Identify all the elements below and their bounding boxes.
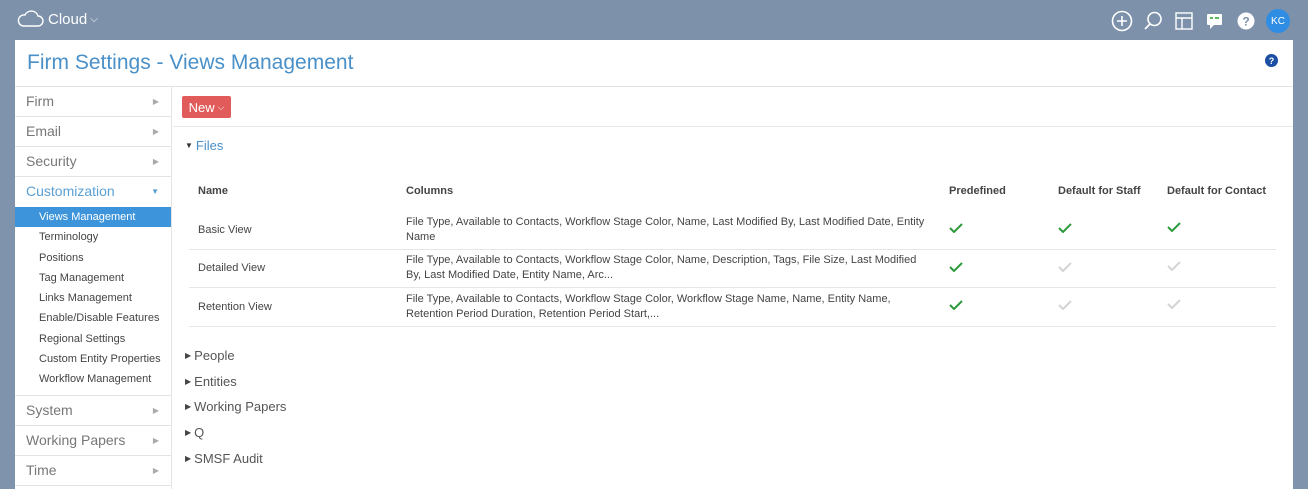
row-columns: File Type, Available to Contacts, Workfl… — [406, 215, 925, 243]
column-header-predefined[interactable]: Predefined — [949, 185, 1058, 197]
section-q[interactable]: ▶ Q — [185, 425, 204, 440]
column-header-columns[interactable]: Columns — [406, 184, 949, 199]
section-files[interactable]: ▼ Files — [185, 138, 223, 153]
top-bar: Cloud ⌵ ? KC — [0, 0, 1308, 40]
chevron-right-icon: ▶ — [152, 157, 159, 166]
sidebar-item-time[interactable]: Time ▶ — [15, 456, 171, 486]
chevron-down-icon: ▼ — [151, 187, 159, 196]
chevron-right-icon: ▶ — [152, 465, 159, 475]
chevron-down-icon: ⌵ — [217, 101, 225, 112]
chevron-right-icon: ▶ — [152, 127, 159, 136]
section-label: Files — [195, 138, 224, 153]
sidebar-item-label: Firm — [26, 93, 54, 109]
new-button-label: New — [188, 99, 215, 115]
sidebar-item-system[interactable]: System ▶ — [15, 396, 171, 426]
sidebar-item-label: Customization — [26, 183, 115, 199]
new-button[interactable]: New ⌵ — [182, 96, 231, 118]
check-icon — [1167, 222, 1181, 233]
caret-right-icon: ▶ — [185, 377, 192, 386]
section-smsf-audit[interactable]: ▶ SMSF Audit — [185, 451, 263, 466]
row-name: Detailed View — [198, 262, 266, 275]
submenu-item-enable-disable-features[interactable]: Enable/Disable Features — [15, 308, 171, 328]
page-title: Firm Settings - Views Management — [27, 51, 354, 74]
table-header: Name Columns Predefined Default for Staf… — [189, 171, 1276, 211]
column-header-default-contact[interactable]: Default for Contact — [1167, 184, 1267, 199]
sidebar-item-security[interactable]: Security ▶ — [15, 147, 171, 177]
sidebar: Firm ▶ Email ▶ Security ▶ Customization … — [15, 87, 172, 489]
customization-submenu: Views Management Terminology Positions T… — [15, 207, 171, 396]
submenu-item-custom-entity-properties[interactable]: Custom Entity Properties — [15, 349, 171, 369]
sidebar-item-working-papers[interactable]: Working Papers ▶ — [15, 426, 171, 456]
check-off-icon — [1167, 261, 1181, 271]
section-working-papers[interactable]: ▶ Working Papers — [185, 399, 286, 414]
table-row[interactable]: Retention View File Type, Available to C… — [189, 288, 1276, 327]
check-icon — [949, 300, 963, 311]
sidebar-item-label: Security — [26, 153, 77, 169]
sidebar-item-label: System — [26, 401, 73, 418]
section-label: Q — [194, 425, 205, 440]
column-header-default-staff[interactable]: Default for Staff — [1058, 185, 1167, 197]
question-icon[interactable]: ? — [1265, 54, 1278, 67]
table-row[interactable]: Basic View File Type, Available to Conta… — [189, 211, 1276, 250]
chevron-right-icon: ▶ — [152, 405, 159, 415]
avatar[interactable]: KC — [1266, 9, 1290, 33]
section-label: People — [194, 348, 235, 363]
check-icon — [949, 223, 963, 234]
svg-text:?: ? — [1242, 15, 1249, 29]
check-off-icon — [1167, 299, 1181, 310]
views-table: Name Columns Predefined Default for Staf… — [189, 171, 1276, 327]
cloud-menu[interactable]: Cloud ⌵ — [16, 10, 98, 28]
sidebar-item-email[interactable]: Email ▶ — [15, 117, 171, 147]
submenu-item-terminology[interactable]: Terminology — [15, 227, 171, 247]
cloud-icon — [17, 10, 44, 27]
row-columns: File Type, Available to Contacts, Workfl… — [406, 254, 917, 282]
toolbar: New ⌵ — [173, 87, 1293, 127]
layout-icon[interactable] — [1173, 10, 1195, 32]
sidebar-item-customization[interactable]: Customization ▼ — [15, 177, 171, 207]
section-label: Working Papers — [194, 399, 287, 414]
sidebar-item-label: Email — [26, 123, 62, 139]
caret-down-icon: ▼ — [185, 141, 193, 150]
chevron-right-icon: ▶ — [152, 97, 159, 106]
section-label: SMSF Audit — [194, 451, 263, 466]
sidebar-item-label: Working Papers — [26, 431, 126, 448]
brand-label: Cloud — [48, 10, 88, 28]
section-people[interactable]: ▶ People — [185, 348, 235, 363]
check-off-icon — [1058, 300, 1072, 311]
submenu-item-tag-management[interactable]: Tag Management — [15, 268, 171, 288]
main-panel: Firm Settings - Views Management ? Firm … — [15, 40, 1293, 489]
check-off-icon — [1058, 262, 1072, 272]
submenu-item-workflow-management[interactable]: Workflow Management — [15, 369, 171, 389]
check-icon — [1058, 223, 1072, 234]
add-circle-icon[interactable] — [1111, 10, 1133, 32]
caret-right-icon: ▶ — [185, 402, 192, 411]
submenu-item-links-management[interactable]: Links Management — [15, 288, 171, 308]
submenu-item-views-management[interactable]: Views Management — [15, 207, 171, 228]
section-entities[interactable]: ▶ Entities — [185, 374, 237, 389]
section-label: Entities — [194, 374, 237, 389]
search-icon[interactable] — [1142, 10, 1164, 32]
row-name: Basic View — [198, 223, 252, 236]
caret-right-icon: ▶ — [185, 454, 192, 463]
row-name: Retention View — [198, 300, 272, 313]
caret-right-icon: ▶ — [185, 428, 192, 437]
chevron-right-icon: ▶ — [152, 435, 159, 445]
submenu-item-regional-settings[interactable]: Regional Settings — [15, 329, 171, 349]
page-header: Firm Settings - Views Management ? — [15, 40, 1293, 87]
sidebar-item-label: Time — [26, 461, 57, 478]
row-columns: File Type, Available to Contacts, Workfl… — [406, 292, 891, 320]
chat-icon[interactable] — [1204, 10, 1226, 32]
table-row[interactable]: Detailed View File Type, Available to Co… — [189, 250, 1276, 288]
caret-right-icon: ▶ — [185, 351, 192, 360]
content-area: New ⌵ ▼ Files Name Columns Predefined De… — [173, 87, 1293, 489]
column-header-name[interactable]: Name — [189, 185, 406, 197]
sidebar-item-firm[interactable]: Firm ▶ — [15, 87, 171, 117]
help-icon[interactable]: ? — [1235, 10, 1257, 32]
check-icon — [949, 262, 963, 272]
submenu-item-positions[interactable]: Positions — [15, 248, 171, 268]
chevron-down-icon: ⌵ — [90, 13, 98, 25]
